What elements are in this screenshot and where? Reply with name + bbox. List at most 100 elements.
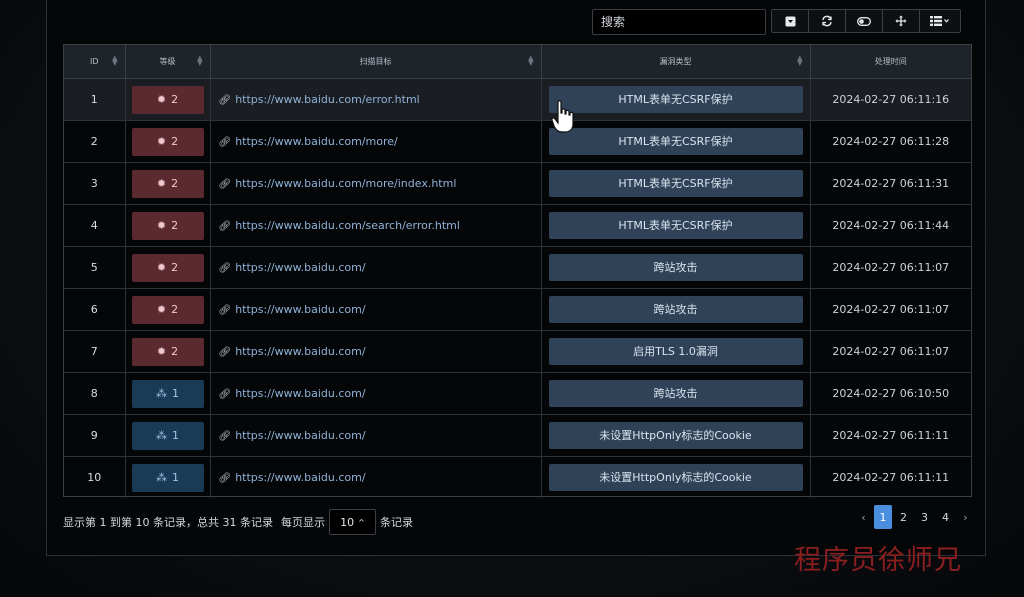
bug-icon: ✹ [156, 177, 167, 190]
cell-vuln-type: HTML表单无CSRF保护 [541, 120, 811, 163]
vuln-type-button[interactable]: 跨站攻击 [548, 380, 803, 407]
link-icon: 🔗︎ [218, 221, 232, 232]
level-badge: ⁂ 1 [131, 379, 204, 408]
dropdown-button[interactable] [772, 10, 809, 32]
link-icon: 🔗︎ [218, 95, 232, 106]
target-link[interactable]: https://www.baidu.com/more/ [235, 135, 398, 148]
page-button-1[interactable]: 1 [874, 505, 892, 529]
column-header-level[interactable]: 等级 ▲ ▼ [125, 45, 211, 79]
content-panel: ID▲▼ 等级▲▼ 扫描目标▲▼ 漏洞类型▲▼ 处理时间 1✹2🔗︎https:… [46, 0, 986, 556]
vuln-type-button[interactable]: HTML表单无CSRF保护 [548, 86, 803, 113]
target-link[interactable]: https://www.baidu.com/ [235, 471, 365, 484]
cell-vuln-type: HTML表单无CSRF保护 [541, 162, 811, 205]
link-icon: 🔗︎ [218, 137, 232, 148]
vuln-type-button[interactable]: HTML表单无CSRF保护 [548, 170, 803, 197]
cluster-icon: ⁂ [156, 471, 167, 484]
table-row[interactable]: 1 ✹ 2 🔗︎ https://www.baidu.com/error.html HTM… [64, 78, 971, 121]
vuln-type-button[interactable]: HTML表单无CSRF保护 [548, 128, 803, 155]
level-badge: ✹ 2 [131, 85, 204, 114]
target-link[interactable]: https://www.baidu.com/error.html [235, 93, 420, 106]
target-link[interactable]: https://www.baidu.com/ [235, 345, 365, 358]
columns-button[interactable] [920, 10, 960, 32]
target-link[interactable]: https://www.baidu.com/ [235, 429, 365, 442]
fullscreen-button[interactable] [883, 10, 920, 32]
cell-vuln-type: 跨站攻击 [541, 372, 811, 415]
cell-time: 2024-02-27 06:11:28 [810, 120, 971, 163]
cell-id: 7 [64, 330, 126, 373]
prev-page-button[interactable]: ‹ [855, 505, 872, 529]
table-row[interactable]: 5 ✹ 2 🔗︎ https://www.baidu.com/跨站攻击 2024-02-2… [64, 246, 971, 289]
table-row[interactable]: 7 ✹ 2 🔗︎ https://www.baidu.com/启用TLS 1.0漏洞 20… [64, 330, 971, 373]
target-link[interactable]: https://www.baidu.com/ [235, 261, 365, 274]
cell-level: ⁂ 1 [125, 456, 211, 498]
cell-id: 8 [64, 372, 126, 415]
cell-id: 10 [64, 456, 126, 498]
next-page-button[interactable]: › [957, 505, 974, 529]
table-row[interactable]: 4 ✹ 2 🔗︎ https://www.baidu.com/search/error.… [64, 204, 971, 247]
level-badge: ✹ 2 [131, 253, 204, 282]
cell-vuln-type: 启用TLS 1.0漏洞 [541, 330, 811, 373]
level-badge: ✹ 2 [131, 295, 204, 324]
bug-icon: ✹ [156, 345, 167, 358]
cell-target: 🔗︎ https://www.baidu.com/search/error.htm… [210, 204, 542, 247]
table-row[interactable]: 2 ✹ 2 🔗︎ https://www.baidu.com/more/HTML表单无C… [64, 120, 971, 163]
vuln-type-button[interactable]: 跨站攻击 [548, 296, 803, 323]
link-icon: 🔗︎ [218, 473, 232, 484]
cell-id: 2 [64, 120, 126, 163]
cell-target: 🔗︎ https://www.baidu.com/more/ [210, 120, 542, 163]
hand-cursor-icon [551, 100, 574, 133]
page-button-3[interactable]: 3 [915, 505, 934, 529]
target-link[interactable]: https://www.baidu.com/ [235, 387, 365, 400]
vuln-type-button[interactable]: 启用TLS 1.0漏洞 [548, 338, 803, 365]
table-row[interactable]: 3 ✹ 2 🔗︎ https://www.baidu.com/more/index.ht… [64, 162, 971, 205]
cell-target: 🔗︎ https://www.baidu.com/ [210, 330, 542, 373]
per-page-prefix: 每页显示 [280, 516, 325, 529]
vuln-type-button[interactable]: HTML表单无CSRF保护 [548, 212, 803, 239]
page-button-4[interactable]: 4 [936, 505, 955, 529]
cell-id: 4 [64, 204, 126, 247]
cluster-icon: ⁂ [156, 429, 167, 442]
per-page-suffix: 条记录 [379, 516, 413, 529]
cell-id: 1 [64, 78, 126, 121]
column-header-time[interactable]: 处理时间 [810, 45, 971, 79]
link-icon: 🔗︎ [218, 347, 232, 358]
table-row[interactable]: 9 ⁂ 1 🔗︎ https://www.baidu.com/未设置HttpOnly标志… [64, 414, 971, 457]
cell-time: 2024-02-27 06:11:31 [810, 162, 971, 205]
vuln-type-button[interactable]: 跨站攻击 [548, 254, 803, 281]
refresh-button[interactable] [809, 10, 846, 32]
table-row[interactable]: 8 ⁂ 1 🔗︎ https://www.baidu.com/跨站攻击 2024-02-2… [64, 372, 971, 415]
link-icon: 🔗︎ [218, 431, 232, 442]
column-header-vuln-type[interactable]: 漏洞类型 ▲ ▼ [541, 45, 811, 79]
table-row[interactable]: 10 ⁂ 1 🔗︎ https://www.baidu.com/未设置HttpOnly标… [64, 456, 971, 498]
table-header-row: ID ▲ ▼ 等级 ▲ ▼ 扫描目标 ▲ ▼ 漏洞类型 ▲ ▼ 处理时间 [64, 45, 971, 79]
page-button-2[interactable]: 2 [894, 505, 913, 529]
cell-time: 2024-02-27 06:11:07 [810, 330, 971, 373]
page-size-dropdown[interactable]: 10 ^ [328, 509, 376, 535]
bug-icon: ✹ [156, 93, 167, 106]
vuln-type-button[interactable]: 未设置HttpOnly标志的Cookie [548, 422, 803, 449]
link-icon: 🔗︎ [218, 179, 232, 190]
level-badge: ⁂ 1 [131, 463, 204, 492]
target-link[interactable]: https://www.baidu.com/search/error.html [235, 219, 460, 232]
cell-level: ✹ 2 [125, 204, 211, 247]
cell-level: ✹ 2 [125, 162, 211, 205]
column-header-target[interactable]: 扫描目标 ▲ ▼ [210, 45, 542, 79]
cell-time: 2024-02-27 06:10:50 [810, 372, 971, 415]
cell-target: 🔗︎ https://www.baidu.com/ [210, 372, 542, 415]
toggle-view-button[interactable] [846, 10, 883, 32]
cell-time: 2024-02-27 06:11:07 [810, 288, 971, 331]
cell-target: 🔗︎ https://www.baidu.com/more/index.html [210, 162, 542, 205]
vuln-type-button[interactable]: 未设置HttpOnly标志的Cookie [548, 464, 803, 491]
level-badge: ✹ 2 [131, 211, 204, 240]
search-input[interactable] [592, 9, 766, 35]
column-header-id[interactable]: ID ▲ ▼ [64, 45, 126, 79]
cell-target: 🔗︎ https://www.baidu.com/ [210, 246, 542, 289]
cell-vuln-type: 未设置HttpOnly标志的Cookie [541, 414, 811, 457]
table-row[interactable]: 6 ✹ 2 🔗︎ https://www.baidu.com/跨站攻击 2024-02-2… [64, 288, 971, 331]
cell-time: 2024-02-27 06:11:11 [810, 414, 971, 457]
cell-time: 2024-02-27 06:11:11 [832, 471, 950, 484]
target-link[interactable]: https://www.baidu.com/ [235, 303, 365, 316]
record-summary: 显示第 1 到第 10 条记录，总共 31 条记录 [63, 516, 273, 529]
target-link[interactable]: https://www.baidu.com/more/index.html [235, 177, 456, 190]
cell-target: 🔗︎ https://www.baidu.com/ [210, 414, 542, 457]
